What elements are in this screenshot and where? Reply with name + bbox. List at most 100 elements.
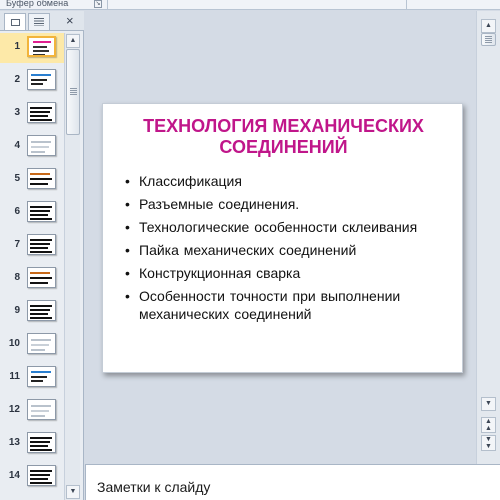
thumbnail-content-mark — [30, 218, 52, 220]
thumbnail-content-mark — [30, 173, 50, 175]
ribbon-separator — [107, 0, 108, 10]
thumbnail-content-mark — [30, 449, 52, 451]
slide-title[interactable]: ТЕХНОЛОГИЯ МЕХАНИЧЕСКИХ СОЕДИНЕНИЙ — [113, 116, 454, 158]
slide-thumbnail-7[interactable]: 7 — [0, 231, 64, 261]
slide-thumbnail-image[interactable] — [27, 465, 56, 486]
slide-thumbnail-2[interactable]: 2 — [0, 66, 64, 96]
thumbnail-content-mark — [30, 272, 50, 274]
slide-thumbnail-image[interactable] — [27, 399, 56, 420]
thumbnail-content-mark — [30, 239, 52, 241]
thumbnail-content-mark — [31, 376, 47, 378]
thumbnail-content-mark — [31, 146, 49, 148]
slide-thumbnail-4[interactable]: 4 — [0, 132, 64, 162]
clipboard-dialog-launcher-icon[interactable]: ↘ — [94, 0, 102, 8]
slide-thumbnail-image[interactable] — [27, 69, 56, 90]
thumbnail-content-mark — [31, 151, 45, 153]
thumbnail-content-mark — [31, 83, 43, 85]
slide-bullet-list[interactable]: Классификация Разъемные соединения. Технол… — [124, 172, 444, 328]
notes-pane[interactable]: Заметки к слайду — [85, 464, 500, 500]
slide-thumbnail-image[interactable] — [27, 201, 56, 222]
previous-slide-icon[interactable]: ▲ ▲ — [481, 417, 496, 433]
ribbon-bottom-strip: Буфер обмена ↘ — [0, 0, 500, 10]
slide-thumbnail-3[interactable]: 3 — [0, 99, 64, 129]
slide-bullet-item[interactable]: Разъемные соединения. — [124, 195, 444, 213]
slide-thumbnail-12[interactable]: 12 — [0, 396, 64, 426]
scroll-down-arrow-icon[interactable]: ▼ — [66, 485, 80, 499]
thumbnail-content-mark — [31, 349, 45, 351]
thumbnail-content-mark — [30, 317, 52, 319]
thumbnail-content-mark — [33, 54, 45, 55]
thumbnail-content-mark — [31, 415, 45, 417]
scrollbar-thumb[interactable] — [66, 49, 80, 135]
slide-thumbnail-image[interactable] — [27, 300, 56, 321]
slide-scrollbar[interactable]: ▲ ▼ ▲ ▲ ▼ ▼ — [476, 11, 500, 464]
outline-tab-icon — [34, 18, 44, 26]
slide-thumbnail-9[interactable]: 9 — [0, 297, 64, 327]
thumbnail-content-mark — [30, 277, 52, 279]
scrollbar-thumb[interactable] — [481, 33, 496, 46]
slide-thumbnail-image[interactable] — [27, 333, 56, 354]
slide-thumbnail-11[interactable]: 11 — [0, 363, 64, 393]
close-icon[interactable]: × — [66, 14, 74, 27]
thumbnail-content-mark — [30, 437, 52, 439]
scroll-up-arrow-icon[interactable]: ▲ — [481, 19, 496, 33]
slide-thumbnail-14[interactable]: 14 — [0, 462, 64, 492]
slide-thumbnail-number: 4 — [14, 140, 20, 151]
thumbnail-content-mark — [33, 41, 51, 43]
thumbnail-content-mark — [30, 206, 52, 208]
slide-thumbnail-image[interactable] — [27, 36, 56, 57]
thumbnail-content-mark — [30, 111, 50, 113]
slide-bullet-item[interactable]: Пайка механических соединений — [124, 241, 444, 259]
slide-thumbnail-number: 2 — [14, 74, 20, 85]
scroll-up-arrow-icon[interactable]: ▲ — [66, 34, 80, 48]
slide-thumbnail-image[interactable] — [27, 135, 56, 156]
notes-placeholder[interactable]: Заметки к слайду — [97, 479, 210, 495]
slide-thumbnail-number: 5 — [14, 173, 20, 184]
current-slide[interactable]: ТЕХНОЛОГИЯ МЕХАНИЧЕСКИХ СОЕДИНЕНИЙ Класс… — [102, 103, 463, 373]
thumbnail-content-mark — [31, 339, 51, 341]
slide-bullet-item[interactable]: Технологические особенности склеивания — [124, 218, 444, 236]
thumbnail-content-mark — [31, 79, 47, 81]
slides-tab-icon — [10, 18, 20, 26]
thumbnail-content-mark — [33, 46, 47, 48]
slide-thumbnail-1[interactable]: 1 — [0, 33, 64, 63]
grip-icon — [485, 36, 492, 43]
slide-thumbnail-list: 1 2 3 4 5 6 7 8 9 10 11 12 13 14 — [0, 33, 64, 500]
slide-bullet-item[interactable]: Конструкционная сварка — [124, 264, 444, 282]
slide-thumbnail-10[interactable]: 10 — [0, 330, 64, 360]
slide-thumbnail-image[interactable] — [27, 366, 56, 387]
slide-thumbnail-6[interactable]: 6 — [0, 198, 64, 228]
thumbnail-content-mark — [31, 141, 51, 143]
slide-thumbnail-number: 11 — [9, 371, 20, 382]
thumbnail-content-mark — [30, 282, 48, 284]
thumbnail-content-mark — [31, 344, 49, 346]
thumbnail-content-mark — [30, 210, 50, 212]
thumbnails-scrollbar[interactable]: ▲ ▼ — [64, 33, 80, 500]
slide-thumbnail-number: 13 — [8, 437, 20, 448]
thumbnail-content-mark — [33, 50, 49, 52]
thumbnail-content-mark — [30, 214, 48, 216]
tab-slides[interactable] — [4, 13, 26, 30]
slide-thumbnail-image[interactable] — [27, 168, 56, 189]
thumbnail-content-mark — [30, 251, 52, 253]
slide-thumbnail-image[interactable] — [27, 234, 56, 255]
slide-bullet-item[interactable]: Классификация — [124, 172, 444, 190]
slide-thumbnail-number: 9 — [14, 305, 20, 316]
slide-thumbnail-13[interactable]: 13 — [0, 429, 64, 459]
thumbnail-content-mark — [30, 305, 52, 307]
scroll-down-arrow-icon[interactable]: ▼ — [481, 397, 496, 411]
thumbnail-content-mark — [30, 183, 48, 185]
tab-outline[interactable] — [28, 13, 50, 30]
thumbnail-content-mark — [30, 178, 52, 180]
slide-thumbnail-8[interactable]: 8 — [0, 264, 64, 294]
thumbnail-content-mark — [31, 405, 51, 407]
slide-thumbnail-number: 8 — [14, 272, 20, 283]
slide-thumbnail-5[interactable]: 5 — [0, 165, 64, 195]
next-slide-icon[interactable]: ▼ ▼ — [481, 435, 496, 451]
slide-thumbnail-image[interactable] — [27, 102, 56, 123]
slide-thumbnail-number: 3 — [14, 107, 20, 118]
slide-thumbnail-image[interactable] — [27, 432, 56, 453]
slide-thumbnail-image[interactable] — [27, 267, 56, 288]
thumbnail-content-mark — [30, 247, 48, 249]
slide-bullet-item[interactable]: Особенности точности при выполнении меха… — [124, 287, 444, 323]
